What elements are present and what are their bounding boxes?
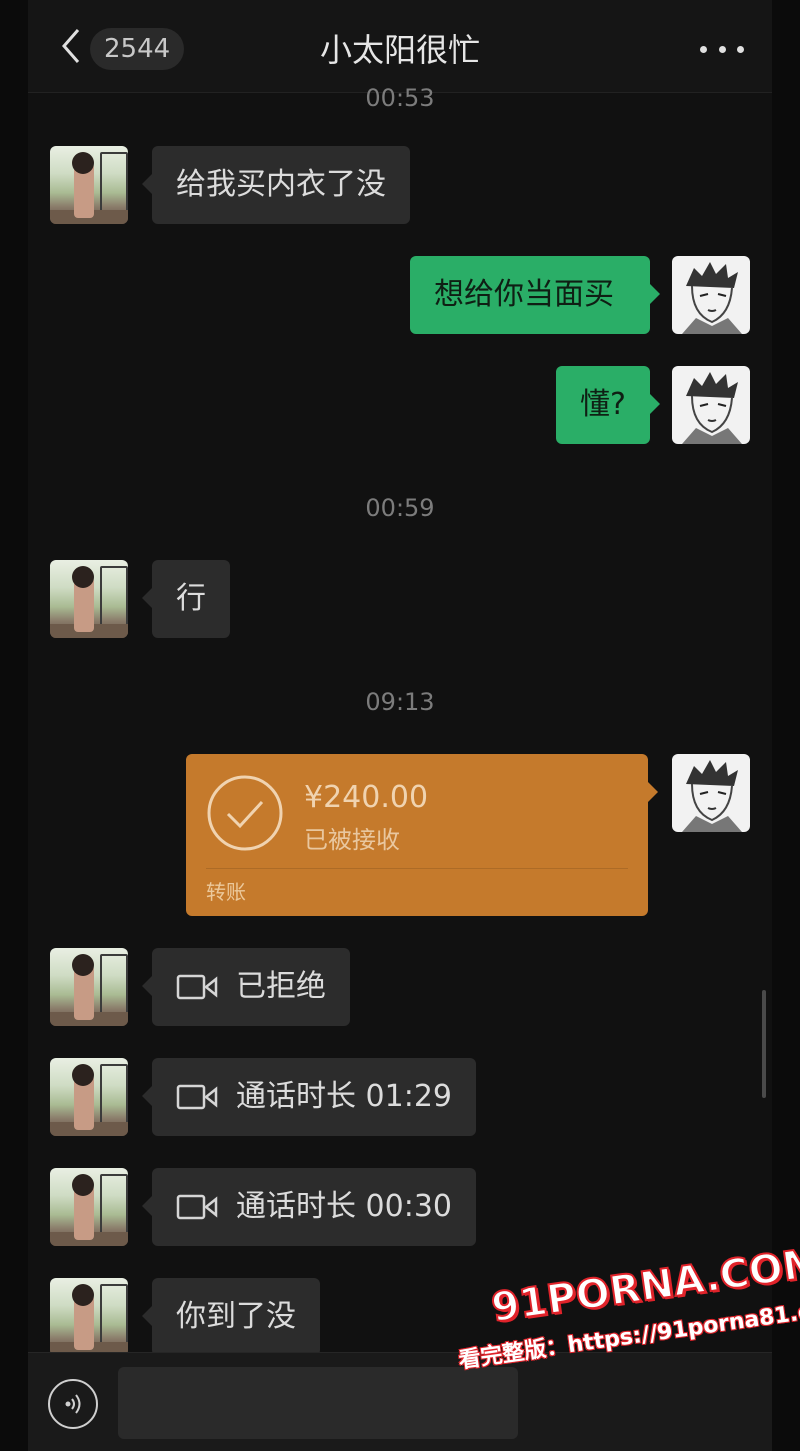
video-call-record[interactable]: 已拒绝 — [142, 948, 350, 1026]
transfer-status: 已被接收 — [304, 826, 400, 854]
contact-avatar[interactable] — [50, 560, 128, 638]
video-camera-icon — [176, 1194, 218, 1220]
chat-title: 小太阳很忙 — [319, 31, 480, 69]
video-camera-icon — [176, 974, 218, 1000]
self-avatar[interactable] — [672, 366, 750, 444]
chat-header: 2544 小太阳很忙 — [28, 0, 772, 93]
scrollbar[interactable] — [762, 990, 766, 1098]
timestamp: 09:13 — [365, 688, 435, 716]
call-status: 已拒绝 — [236, 969, 326, 1004]
video-camera-icon — [176, 1084, 218, 1110]
divider — [206, 868, 628, 869]
money-transfer-card[interactable]: ¥240.00 已被接收 转账 — [186, 754, 658, 916]
more-icon — [700, 45, 707, 53]
timestamp: 00:53 — [365, 84, 435, 112]
contact-avatar[interactable] — [50, 1278, 128, 1356]
message-bubble-outgoing[interactable]: 懂? — [556, 366, 660, 444]
self-avatar[interactable] — [672, 754, 750, 832]
self-avatar[interactable] — [672, 256, 750, 334]
message-bubble-incoming[interactable]: 行 — [142, 560, 230, 638]
video-call-record[interactable]: 通话时长 01:29 — [142, 1058, 476, 1136]
contact-avatar[interactable] — [50, 1058, 128, 1136]
voice-wave-icon — [65, 1394, 81, 1414]
message-bubble-incoming[interactable]: 你到了没 — [142, 1278, 320, 1356]
more-options-button[interactable] — [700, 34, 744, 64]
video-call-record[interactable]: 通话时长 00:30 — [142, 1168, 476, 1246]
sketch-portrait-icon — [682, 372, 742, 444]
sketch-portrait-icon — [682, 760, 742, 832]
sketch-portrait-icon — [682, 262, 742, 334]
call-duration: 通话时长 01:29 — [236, 1079, 452, 1114]
contact-avatar[interactable] — [50, 1168, 128, 1246]
message-bubble-incoming[interactable]: 给我买内衣了没 — [142, 146, 410, 224]
contact-avatar[interactable] — [50, 146, 128, 224]
transfer-label: 转账 — [206, 880, 246, 904]
voice-input-button[interactable] — [48, 1379, 98, 1429]
call-duration: 通话时长 00:30 — [236, 1189, 452, 1224]
message-bubble-outgoing[interactable]: 想给你当面买 — [410, 256, 660, 334]
transfer-amount: ¥240.00 — [304, 780, 429, 815]
message-input[interactable] — [118, 1367, 518, 1439]
contact-avatar[interactable] — [50, 948, 128, 1026]
check-circle-icon — [207, 775, 283, 851]
timestamp: 00:59 — [365, 494, 435, 522]
